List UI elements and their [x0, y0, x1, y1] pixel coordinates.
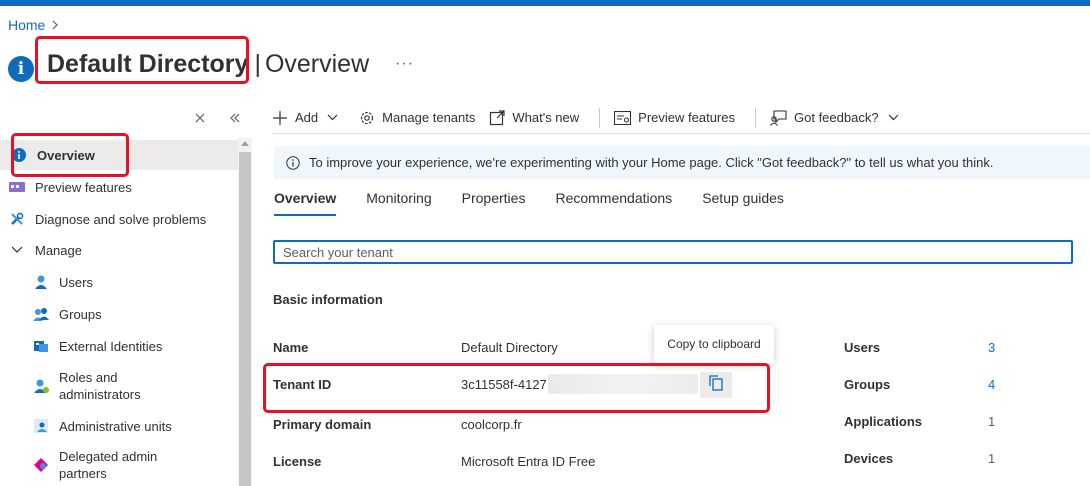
title-highlight-box: [35, 36, 249, 84]
sidebar-item-label: Groups: [59, 306, 102, 322]
groups-icon: [32, 305, 50, 323]
directory-info-icon: i: [8, 56, 34, 82]
sidebar-item-label: Delegated admin partners: [59, 449, 158, 481]
sidebar-item-label: Administrative units: [59, 418, 172, 434]
title-separator: |: [254, 49, 261, 78]
manage-tenants-button[interactable]: Manage tenants: [359, 110, 475, 126]
toolbar-divider: [599, 107, 601, 128]
scroll-up-icon[interactable]: [241, 141, 249, 146]
sidebar-item-label: Roles and administrators: [59, 370, 141, 402]
name-label: Name: [273, 340, 309, 355]
tenant-id-highlight-box: [263, 363, 770, 413]
tab-properties[interactable]: Properties: [462, 190, 526, 216]
sidebar-item-administrative-units[interactable]: Administrative units: [0, 415, 238, 437]
tab-overview[interactable]: Overview: [274, 190, 337, 216]
chevron-down-icon: [327, 114, 338, 121]
more-options-icon[interactable]: ···: [395, 55, 414, 73]
sidebar-item-label: Manage: [35, 242, 82, 258]
stat-groups-value[interactable]: 4: [988, 377, 995, 392]
stat-users-value[interactable]: 3: [988, 340, 995, 355]
gear-icon: [359, 110, 375, 126]
overview-highlight-box: [11, 133, 129, 177]
sidebar-item-label: External Identities: [59, 338, 163, 354]
sidebar-item-label: Users: [59, 274, 93, 290]
chevron-down-icon: [888, 114, 899, 121]
stat-applications-label: Applications: [844, 414, 923, 429]
sidebar-item-users[interactable]: Users: [0, 271, 238, 293]
page-subtitle: Overview: [264, 49, 370, 78]
info-banner: To improve your experience, we're experi…: [274, 146, 1090, 179]
sidebar-item-label: Diagnose and solve problems: [35, 211, 207, 227]
preview-features-button[interactable]: Preview features: [614, 110, 735, 125]
tab-bar: Overview Monitoring Properties Recommend…: [274, 190, 814, 216]
stat-devices-label: Devices: [844, 451, 894, 466]
admin-units-icon: [32, 417, 50, 435]
plus-icon: [272, 110, 288, 126]
breadcrumb-home-link[interactable]: Home: [8, 17, 45, 33]
manage-tenants-label: Manage tenants: [382, 110, 476, 125]
external-identities-icon: [32, 337, 50, 355]
user-icon: [32, 273, 50, 291]
got-feedback-button[interactable]: Got feedback?: [770, 109, 906, 126]
sidebar-item-diagnose[interactable]: Diagnose and solve problems: [0, 208, 238, 230]
sidebar: Overview Preview features Diagnose and s…: [0, 138, 238, 486]
name-value: Default Directory: [461, 340, 558, 355]
whats-new-button[interactable]: What's new: [489, 109, 580, 126]
sidebar-item-roles[interactable]: Roles and administrators: [0, 369, 238, 405]
sidebar-item-delegated-admin[interactable]: Delegated admin partners: [0, 448, 238, 484]
scrollbar-thumb[interactable]: [239, 152, 251, 486]
stat-devices-value: 1: [988, 451, 996, 466]
top-accent-bar: [0, 0, 1090, 6]
preview-features-label: Preview features: [638, 110, 735, 125]
got-feedback-label: Got feedback?: [794, 110, 879, 125]
whats-new-label: What's new: [512, 110, 580, 125]
tab-recommendations[interactable]: Recommendations: [555, 190, 672, 216]
add-button[interactable]: Add: [272, 110, 345, 126]
feedback-icon: [770, 109, 787, 126]
primary-domain-value: coolcorp.fr: [461, 417, 522, 432]
search-input[interactable]: [273, 240, 1073, 264]
sidebar-item-external-identities[interactable]: External Identities: [0, 335, 238, 357]
stat-groups-label: Groups: [844, 377, 891, 392]
preview-features-icon: [614, 110, 632, 125]
toolbar-divider: [755, 107, 756, 128]
tab-setup-guides[interactable]: Setup guides: [702, 190, 784, 216]
info-outline-icon: [286, 155, 300, 170]
collapse-sidebar-icon[interactable]: [229, 110, 241, 127]
license-label: License: [273, 454, 322, 469]
open-external-icon: [489, 109, 505, 126]
sidebar-item-label: Preview features: [35, 179, 132, 195]
chevron-right-icon: [51, 18, 59, 33]
sidebar-item-preview-features[interactable]: Preview features: [0, 176, 238, 198]
chevron-down-icon: [8, 241, 26, 259]
tab-monitoring[interactable]: Monitoring: [366, 190, 431, 216]
sidebar-controls: [195, 110, 241, 127]
license-value: Microsoft Entra ID Free: [461, 454, 596, 469]
primary-domain-label: Primary domain: [273, 417, 372, 432]
basic-info-title: Basic information: [273, 292, 383, 307]
close-icon[interactable]: [195, 110, 205, 127]
breadcrumb: Home: [8, 17, 59, 33]
roles-icon: [32, 377, 50, 395]
command-toolbar: Add Manage tenants What's new Preview fe…: [272, 102, 1090, 134]
preview-icon: [8, 178, 26, 196]
banner-text: To improve your experience, we're experi…: [309, 155, 994, 170]
stat-users-label: Users: [844, 340, 881, 355]
partners-icon: [32, 456, 50, 474]
wrench-icon: [8, 210, 26, 228]
stat-applications-value: 1: [988, 414, 996, 429]
copy-tooltip: Copy to clipboard: [654, 325, 774, 363]
sidebar-item-groups[interactable]: Groups: [0, 303, 238, 325]
add-label: Add: [295, 110, 319, 125]
sidebar-group-manage[interactable]: Manage: [0, 239, 238, 261]
